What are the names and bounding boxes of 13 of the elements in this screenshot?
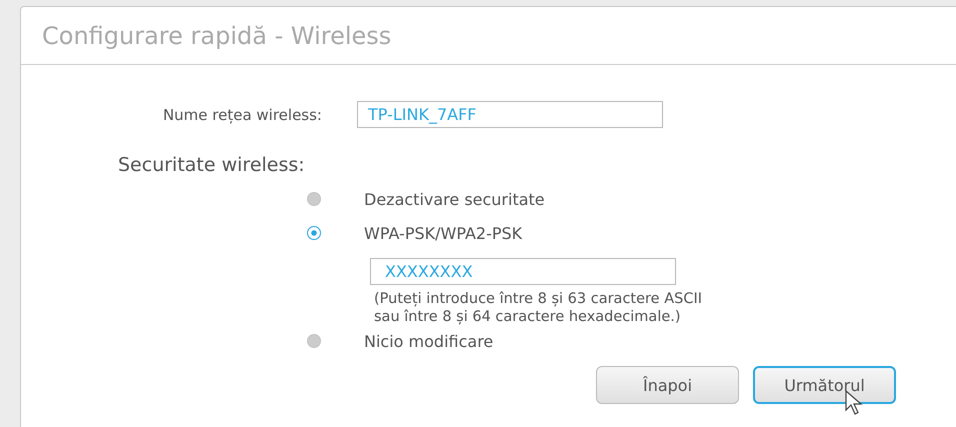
back-button[interactable]: Înapoi bbox=[596, 366, 739, 404]
page-title: Configurare rapidă - Wireless bbox=[42, 22, 392, 50]
cursor-icon bbox=[845, 390, 863, 416]
network-name-label: Nume rețea wireless: bbox=[162, 106, 322, 124]
hint-text: (Puteți introduce între 8 și 63 caractere ASCII sau între 8 și 64 caractere hexadecimale.) bbox=[374, 290, 703, 326]
radio-button[interactable] bbox=[307, 334, 321, 348]
radio-button[interactable] bbox=[307, 192, 321, 206]
option-label: Dezactivare securitate bbox=[364, 190, 545, 208]
option-label: Nicio modificare bbox=[364, 332, 494, 350]
radio-button[interactable] bbox=[307, 226, 321, 240]
option-label: WPA-PSK/WPA2-PSK bbox=[364, 224, 522, 242]
next-button[interactable]: Următorul bbox=[753, 366, 896, 404]
security-label: Securitate wireless: bbox=[118, 154, 306, 176]
